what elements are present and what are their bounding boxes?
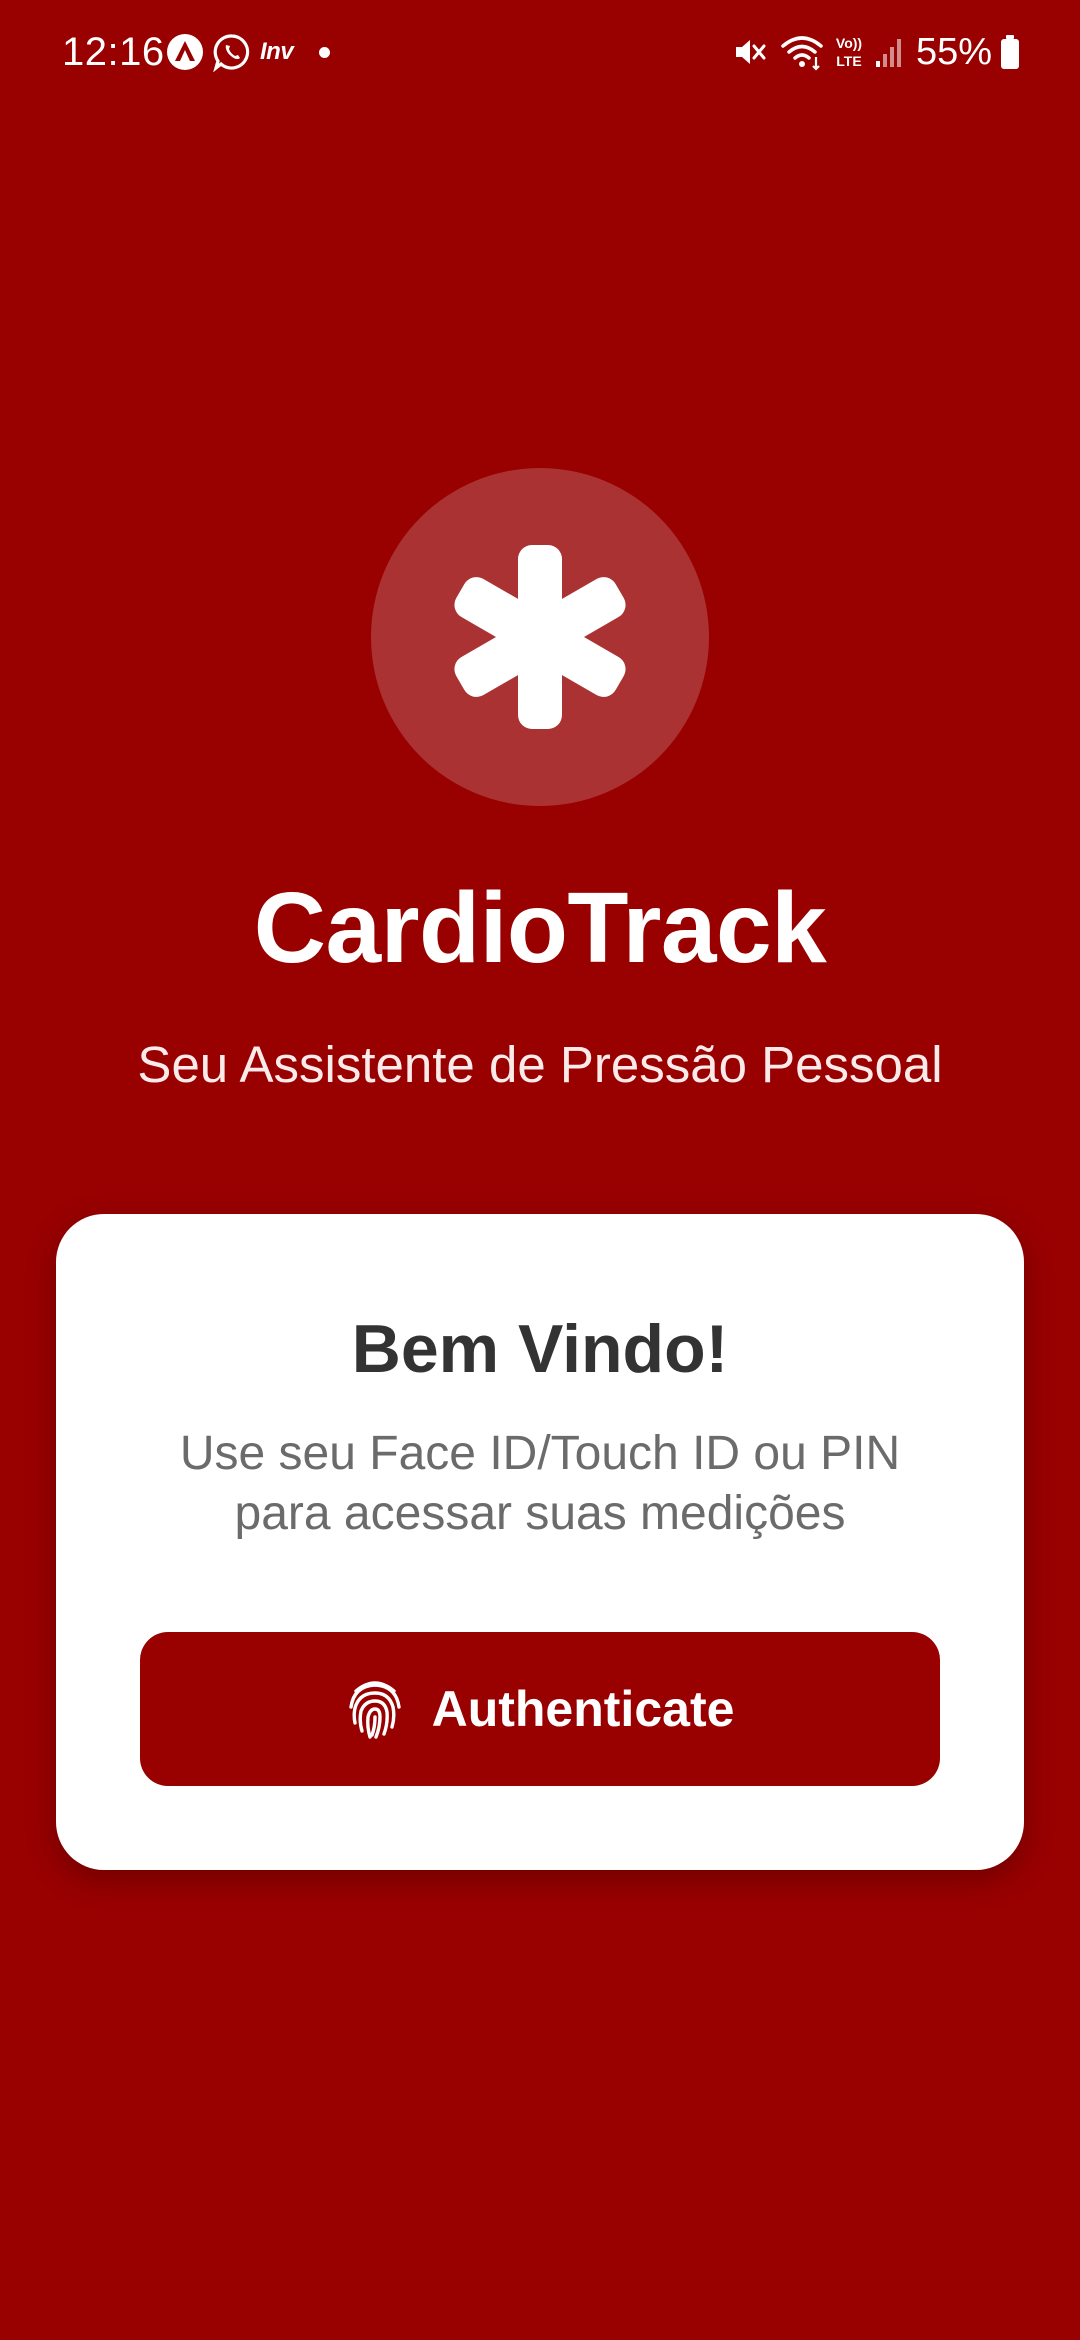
app-a-icon: [166, 33, 204, 71]
app-logo: [371, 468, 709, 806]
svg-text:LTE: LTE: [836, 53, 861, 69]
welcome-description-line-1: Use seu Face ID/Touch ID ou PIN: [179, 1427, 901, 1480]
status-bar: 12:16 Inv Vo)) LTE 55%: [0, 0, 1080, 104]
inv-icon: Inv: [260, 38, 294, 65]
notification-dot: [319, 46, 331, 58]
status-time: 12:16: [62, 30, 165, 74]
welcome-description-line-2: para acessar suas medições: [234, 1487, 846, 1540]
whatsapp-icon: [212, 32, 252, 72]
svg-text:Vo)): Vo)): [836, 35, 862, 51]
medical-asterisk-icon: [450, 542, 630, 732]
battery-icon: [1000, 34, 1020, 70]
app-title: CardioTrack: [253, 872, 827, 984]
mute-icon: [732, 34, 768, 70]
signal-icon: [874, 35, 904, 69]
wifi-icon: [780, 33, 824, 71]
welcome-title: Bem Vindo!: [351, 1311, 729, 1387]
app-subtitle: Seu Assistente de Pressão Pessoal: [137, 1036, 943, 1093]
welcome-card: Bem Vindo! Use seu Face ID/Touch ID ou P…: [56, 1214, 1024, 1870]
welcome-description: Use seu Face ID/Touch ID ou PIN para ace…: [96, 1424, 984, 1544]
volte-icon: Vo)) LTE: [832, 33, 866, 71]
system-icons: Vo)) LTE 55%: [732, 28, 1020, 76]
fingerprint-icon: [346, 1677, 404, 1741]
battery-percent: 55%: [915, 30, 992, 73]
notification-icons: Inv: [166, 28, 331, 76]
authenticate-button[interactable]: Authenticate: [140, 1632, 940, 1786]
authenticate-label: Authenticate: [431, 1681, 735, 1737]
